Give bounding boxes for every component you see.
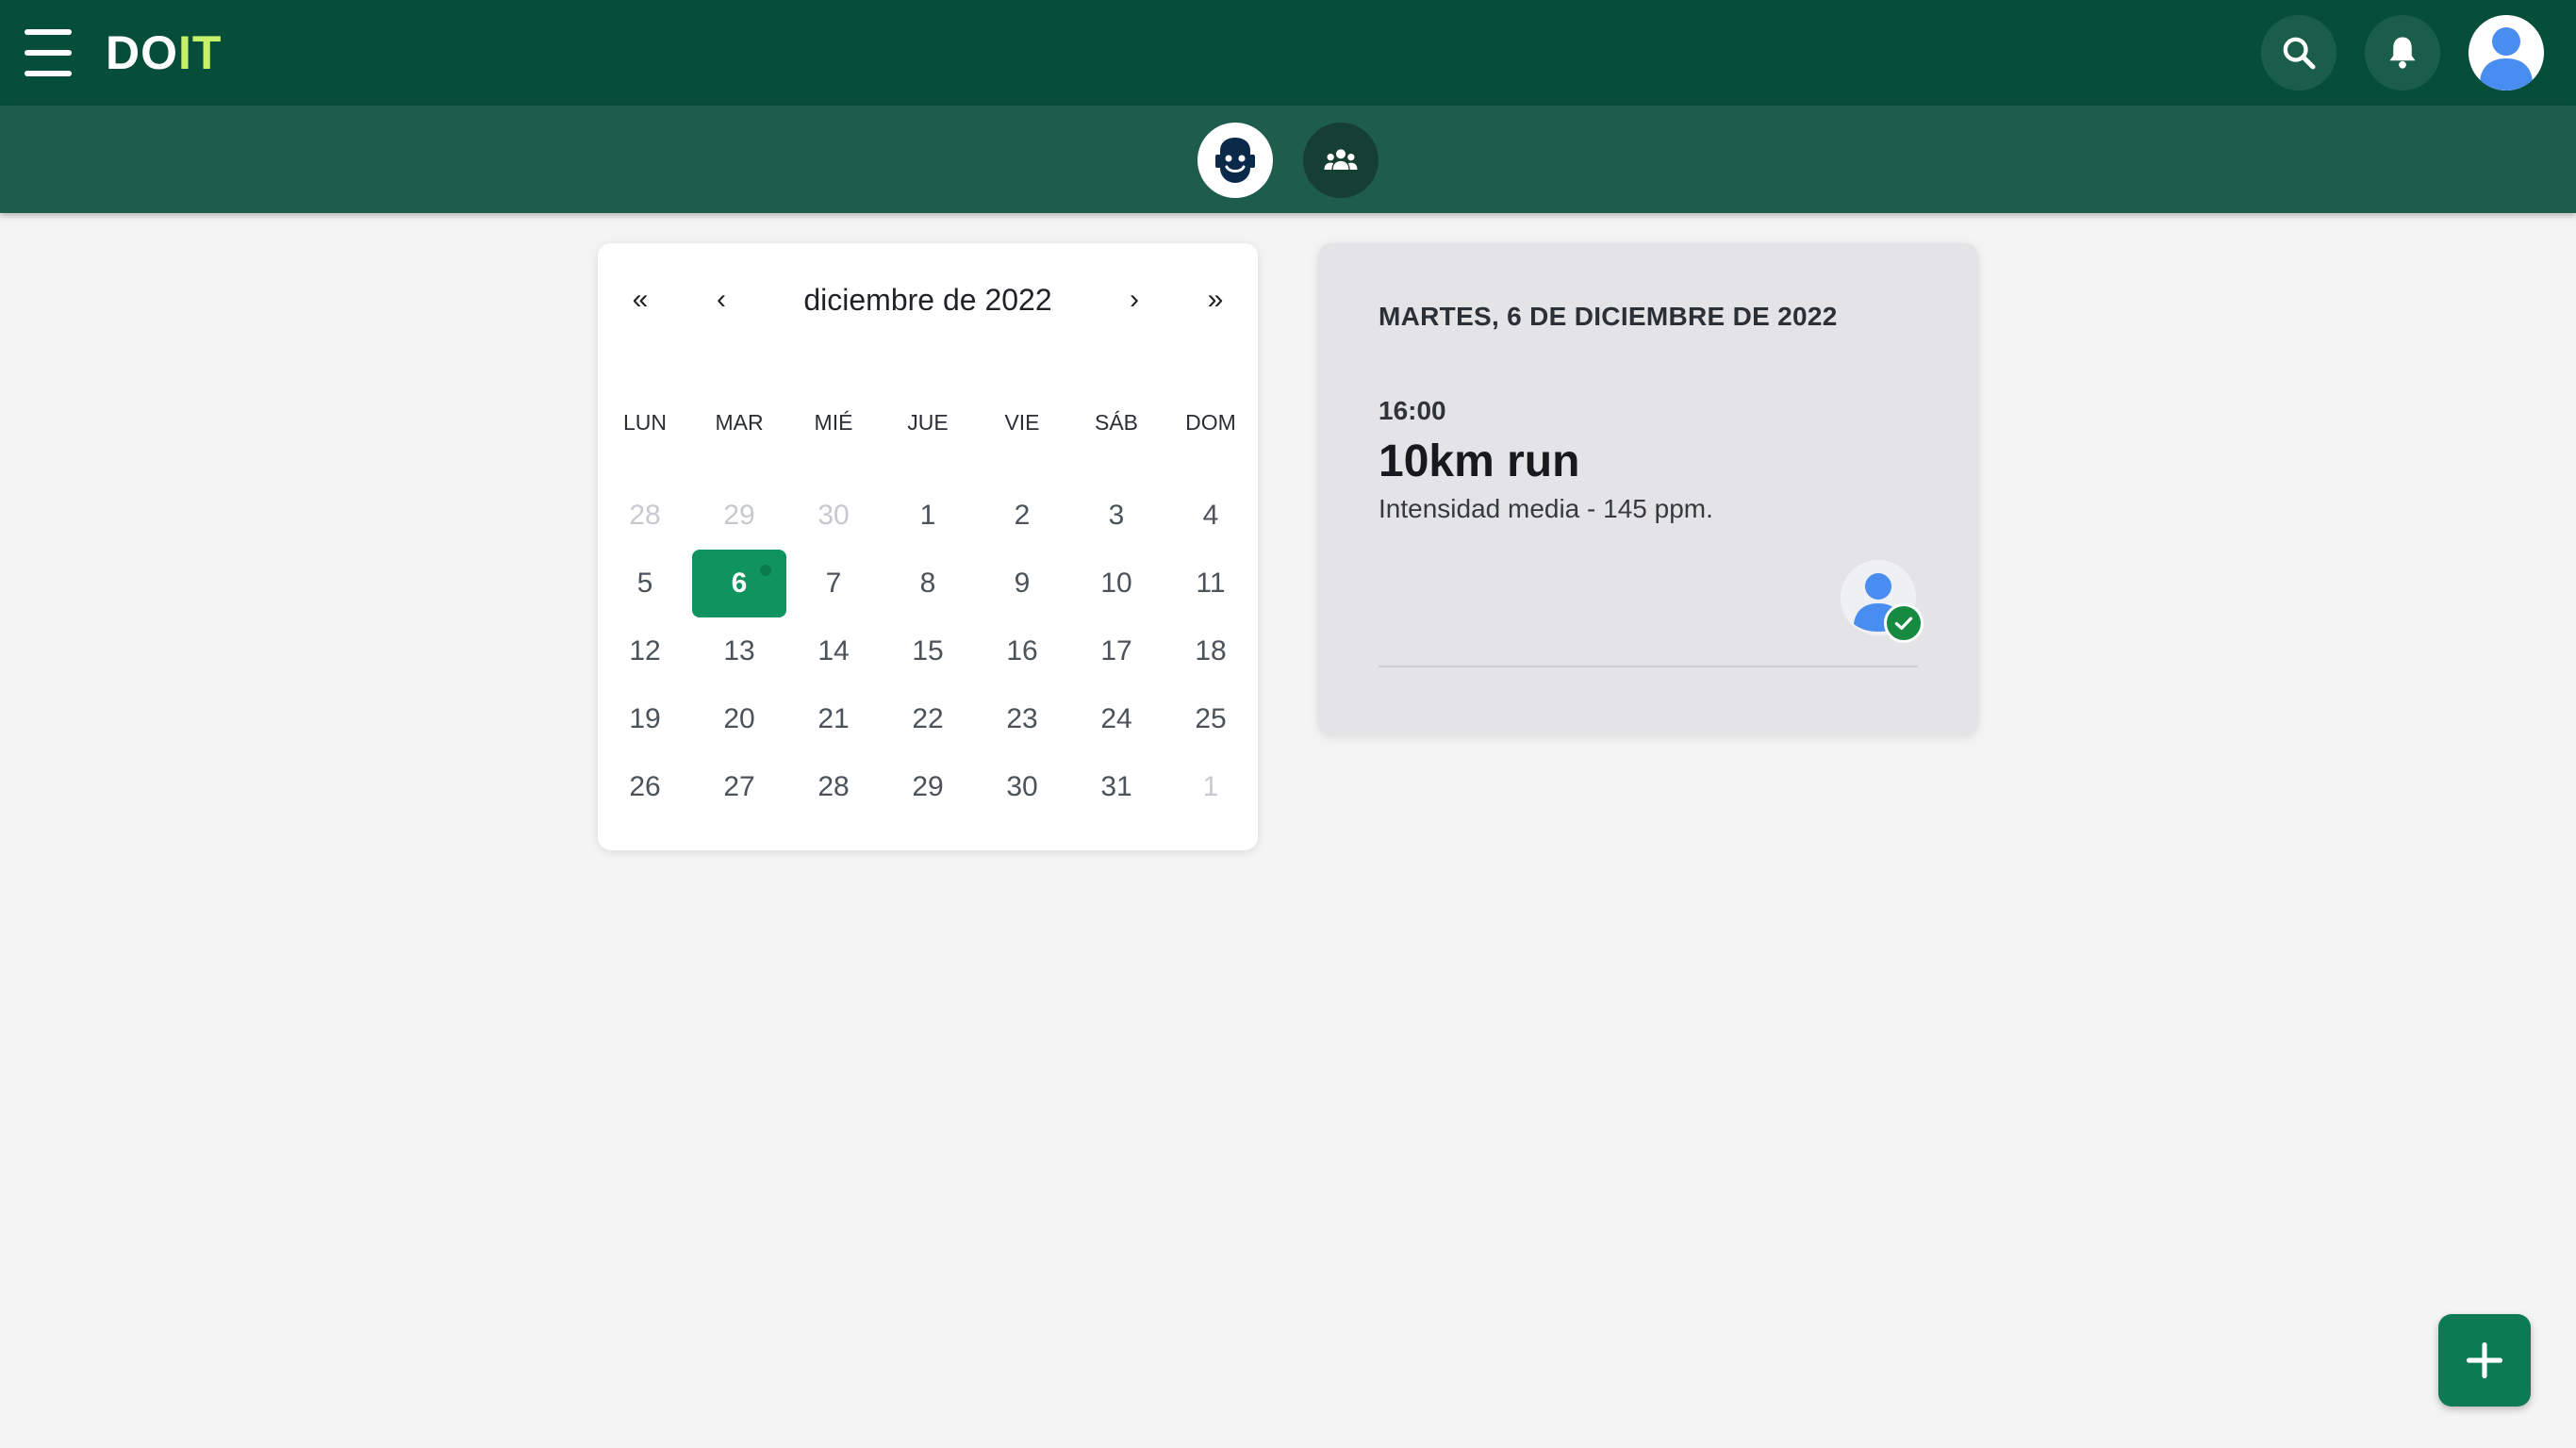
calendar-day-outside-month[interactable]: 28 <box>598 482 692 550</box>
calendar-day[interactable]: 28 <box>786 753 881 821</box>
calendar-day[interactable]: 1 <box>881 482 975 550</box>
next-month-button[interactable]: › <box>1101 272 1167 328</box>
calendar-day[interactable]: 26 <box>598 753 692 821</box>
calendar-day[interactable]: 24 <box>1069 685 1164 753</box>
search-button[interactable] <box>2261 15 2337 90</box>
calendar-day[interactable]: 23 <box>975 685 1069 753</box>
calendar-day[interactable]: 22 <box>881 685 975 753</box>
calendar-day[interactable]: 19 <box>598 685 692 753</box>
notifications-button[interactable] <box>2365 15 2440 90</box>
weekday-label: JUE <box>907 410 949 435</box>
calendar-day[interactable]: 2 <box>975 482 1069 550</box>
calendar-day[interactable]: 30 <box>975 753 1069 821</box>
bell-icon <box>2389 37 2416 69</box>
user-avatar-button[interactable] <box>2469 15 2544 90</box>
agenda-divider <box>1379 666 1918 667</box>
calendar-day[interactable]: 13 <box>692 617 786 685</box>
user-avatar-icon <box>2469 15 2544 90</box>
weekday-label: MAR <box>715 410 764 435</box>
calendar-month-title[interactable]: diciembre de 2022 <box>758 272 1098 328</box>
calendar-day-outside-month[interactable]: 29 <box>692 482 786 550</box>
search-icon <box>2283 37 2316 70</box>
add-event-button[interactable] <box>2438 1314 2531 1407</box>
calendar-day[interactable]: 8 <box>881 550 975 617</box>
calendar-day[interactable]: 20 <box>692 685 786 753</box>
top-app-bar: DOIT <box>0 0 2576 106</box>
calendar-day[interactable]: 9 <box>975 550 1069 617</box>
event-description: Intensidad media - 145 ppm. <box>1379 494 1713 523</box>
group-view-button[interactable] <box>1303 123 1379 198</box>
day-agenda-card: MARTES, 6 DE DICIEMBRE DE 2022 16:00 10k… <box>1318 243 1978 735</box>
logo-part-it: IT <box>178 26 223 79</box>
calendar-day-outside-month[interactable]: 30 <box>786 482 881 550</box>
calendar-day-outside-month[interactable]: 1 <box>1164 753 1258 821</box>
calendar-day[interactable]: 15 <box>881 617 975 685</box>
next-year-button[interactable]: » <box>1182 272 1248 328</box>
prev-year-button[interactable]: « <box>607 272 673 328</box>
weekday-label: SÁB <box>1094 410 1139 435</box>
calendar-day[interactable]: 4 <box>1164 482 1258 550</box>
menu-icon[interactable] <box>25 29 81 76</box>
calendar-day[interactable]: 16 <box>975 617 1069 685</box>
calendar-day[interactable]: 11 <box>1164 550 1258 617</box>
calendar-card: « ‹ diciembre de 2022 › » LUN MAR MIÉ JUE VI… <box>598 243 1258 850</box>
calendar-day-selected[interactable]: 6 <box>692 550 786 617</box>
calendar-day[interactable]: 25 <box>1164 685 1258 753</box>
event-title[interactable]: 10km run <box>1379 436 1579 487</box>
prev-month-button[interactable]: ‹ <box>688 272 754 328</box>
personal-view-button[interactable] <box>1197 123 1273 198</box>
calendar-day[interactable]: 7 <box>786 550 881 617</box>
calendar-day[interactable]: 3 <box>1069 482 1164 550</box>
plus-icon <box>2466 1341 2503 1379</box>
check-icon <box>1884 603 1924 643</box>
agenda-date-heading: MARTES, 6 DE DICIEMBRE DE 2022 <box>1379 302 1838 331</box>
weekday-label: VIE <box>1004 410 1040 435</box>
event-indicator-dot <box>760 565 771 576</box>
app-logo[interactable]: DOIT <box>106 21 222 85</box>
group-people-icon <box>1324 149 1358 170</box>
logo-part-do: DO <box>106 26 178 79</box>
weekday-label: MIÉ <box>814 410 853 435</box>
calendar-day[interactable]: 14 <box>786 617 881 685</box>
weekday-label: DOM <box>1185 410 1236 435</box>
personal-face-icon <box>1215 138 1255 183</box>
calendar-day[interactable]: 31 <box>1069 753 1164 821</box>
calendar-day[interactable]: 29 <box>881 753 975 821</box>
calendar-day[interactable]: 21 <box>786 685 881 753</box>
calendar-day[interactable]: 12 <box>598 617 692 685</box>
calendar-day[interactable]: 27 <box>692 753 786 821</box>
calendar-day[interactable]: 18 <box>1164 617 1258 685</box>
weekday-label: LUN <box>622 410 667 435</box>
view-switcher-bar <box>0 106 2576 213</box>
event-time: 16:00 <box>1379 396 1446 425</box>
calendar-day[interactable]: 10 <box>1069 550 1164 617</box>
calendar-day[interactable]: 17 <box>1069 617 1164 685</box>
calendar-day[interactable]: 5 <box>598 550 692 617</box>
